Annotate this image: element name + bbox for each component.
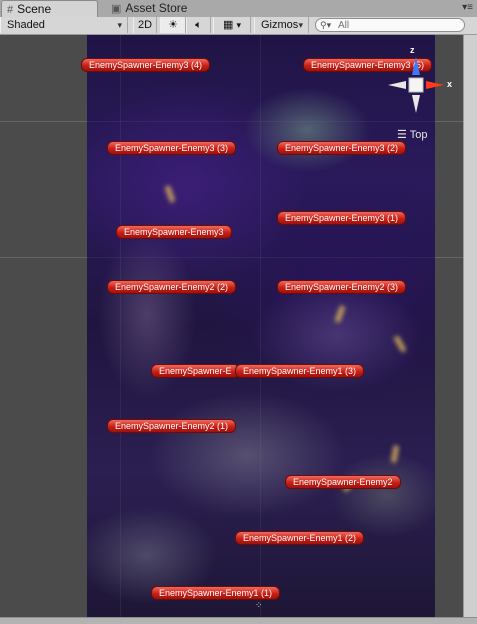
view-orientation-label[interactable]: ☰ Top bbox=[397, 128, 427, 141]
tab-asset-store-label: Asset Store bbox=[125, 1, 188, 15]
gizmo-axis-x-label: x bbox=[447, 79, 453, 89]
spawner-label[interactable]: EnemySpawner-Enemy3 (2) bbox=[277, 141, 407, 155]
tab-bar: # Scene ▣ Asset Store ▾≡ bbox=[0, 0, 477, 18]
vertical-scrollbar[interactable] bbox=[463, 35, 477, 617]
store-icon: ▣ bbox=[111, 3, 122, 15]
spawner-label[interactable]: EnemySpawner-Enemy2 bbox=[285, 475, 401, 489]
search-field[interactable]: ⚲▾ bbox=[315, 18, 465, 32]
spawner-label[interactable]: EnemySpawner-Enemy3 (1) bbox=[277, 211, 407, 225]
gizmo-axis-z-label: z bbox=[410, 45, 415, 55]
window-menu-icon[interactable]: ▾≡ bbox=[462, 2, 473, 13]
tab-scene[interactable]: # Scene bbox=[1, 0, 98, 17]
spawner-label[interactable]: EnemySpawner-E bbox=[151, 364, 240, 378]
spawner-label[interactable]: EnemySpawner-Enemy2 (2) bbox=[107, 280, 237, 294]
space-background-sprite[interactable] bbox=[87, 35, 435, 617]
lighting-toggle-button[interactable]: ☀ bbox=[160, 17, 186, 33]
toggle-2d-label: 2D bbox=[137, 19, 153, 31]
search-input[interactable] bbox=[338, 19, 458, 31]
orientation-gizmo-icon[interactable] bbox=[386, 55, 446, 115]
gizmos-label: Gizmos bbox=[261, 19, 299, 31]
spawner-label[interactable]: EnemySpawner-Enemy1 (2) bbox=[235, 531, 365, 545]
speaker-icon: 🔈︎ bbox=[195, 19, 202, 31]
toggle-2d-button[interactable]: 2D bbox=[133, 17, 157, 33]
sun-icon: ☀ bbox=[168, 19, 178, 31]
grid-line bbox=[120, 35, 121, 617]
view-top-label: Top bbox=[409, 129, 428, 141]
grid-line bbox=[0, 257, 463, 258]
effects-dropdown[interactable]: ▦ ▾ bbox=[213, 17, 251, 33]
shading-mode-dropdown[interactable]: Shaded bbox=[0, 17, 128, 33]
spawner-label[interactable]: EnemySpawner-Enemy3 bbox=[116, 225, 232, 239]
spawner-label[interactable]: EnemySpawner-Enemy2 (3) bbox=[277, 280, 407, 294]
scene-viewport[interactable]: EnemySpawner-Enemy3 (4) EnemySpawner-Ene… bbox=[0, 35, 463, 617]
image-icon: ▦ bbox=[223, 19, 234, 31]
spawner-label[interactable]: EnemySpawner-Enemy3 (4) bbox=[81, 58, 211, 72]
menu-lines-icon: ☰ bbox=[397, 129, 407, 141]
grid-line bbox=[260, 35, 261, 617]
camera-marker-icon: ⁘ bbox=[255, 600, 263, 610]
gizmos-dropdown[interactable]: Gizmos bbox=[254, 17, 309, 33]
spawner-label[interactable]: EnemySpawner-Enemy1 (1) bbox=[151, 586, 281, 600]
scene-toolbar: Shaded 2D ☀ 🔈︎ ▦ ▾ Gizmos ⚲▾ bbox=[0, 17, 477, 35]
spawner-label[interactable]: EnemySpawner-Enemy3 (3) bbox=[107, 141, 237, 155]
search-icon: ⚲▾ bbox=[320, 20, 332, 30]
shading-mode-label: Shaded bbox=[7, 19, 45, 31]
grid-line bbox=[0, 121, 463, 122]
spawner-label[interactable]: EnemySpawner-Enemy2 (1) bbox=[107, 419, 237, 433]
tab-asset-store[interactable]: ▣ Asset Store bbox=[106, 0, 216, 17]
tab-scene-label: Scene bbox=[17, 2, 52, 16]
spawner-label[interactable]: EnemySpawner-Enemy1 (3) bbox=[235, 364, 365, 378]
audio-toggle-button[interactable]: 🔈︎ bbox=[186, 17, 211, 33]
